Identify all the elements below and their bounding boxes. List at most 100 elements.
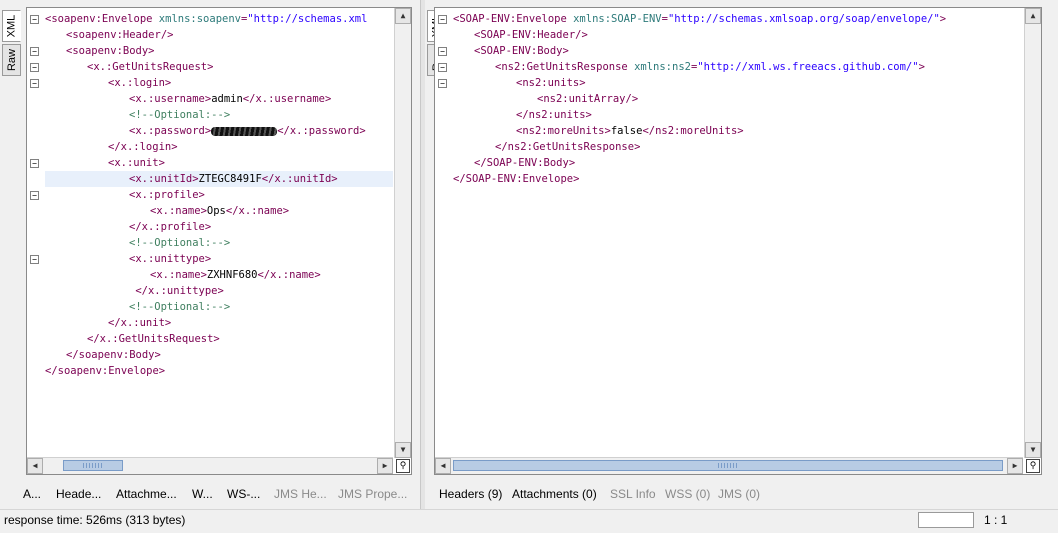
code-line[interactable]: </soapenv:Envelope> bbox=[45, 363, 393, 379]
code-token: <!--Optional:--> bbox=[129, 301, 231, 313]
code-line[interactable]: <!--Optional:--> bbox=[45, 299, 393, 315]
bottom-tab[interactable]: JMS (0) bbox=[718, 487, 760, 501]
code-line[interactable]: </SOAP-ENV:Body> bbox=[453, 155, 1023, 171]
code-line[interactable]: <x.:password> </x.:password> bbox=[45, 123, 393, 139]
code-line[interactable]: </x.:unittype> bbox=[45, 283, 393, 299]
minus-box-icon[interactable]: − bbox=[30, 47, 39, 56]
bottom-tab[interactable]: SSL Info bbox=[610, 487, 656, 501]
code-line[interactable]: <soapenv:Envelope xmlns:soapenv="http://… bbox=[45, 11, 393, 27]
code-token: false bbox=[610, 125, 643, 137]
code-line[interactable]: </SOAP-ENV:Envelope> bbox=[453, 171, 1023, 187]
bottom-tab[interactable]: Attachments (0) bbox=[512, 487, 597, 501]
arrow-right-icon[interactable]: ▶ bbox=[377, 458, 393, 474]
bottom-tab[interactable]: A... bbox=[23, 487, 41, 501]
arrow-down-icon[interactable]: ▼ bbox=[395, 442, 411, 458]
request-tab-raw[interactable]: Raw bbox=[2, 44, 21, 76]
request-horizontal-scrollbar[interactable]: ◀ ▶ bbox=[27, 457, 393, 474]
code-line[interactable]: </x.:GetUnitsRequest> bbox=[45, 331, 393, 347]
code-line[interactable]: <x.:name>ZXHNF680</x.:name> bbox=[45, 267, 393, 283]
code-token: Ops bbox=[206, 205, 226, 217]
code-token: <ns2:unitArray/> bbox=[537, 93, 639, 105]
code-token: <x.:name> bbox=[150, 205, 207, 217]
code-line[interactable]: <ns2:unitArray/> bbox=[453, 91, 1023, 107]
code-line[interactable]: <ns2:units> bbox=[453, 75, 1023, 91]
arrow-up-icon[interactable]: ▲ bbox=[1025, 8, 1041, 24]
code-token: "http://xml.ws.freeacs.github.com/" bbox=[697, 61, 919, 73]
code-line[interactable]: <!--Optional:--> bbox=[45, 235, 393, 251]
code-line[interactable]: <x.:login> bbox=[45, 75, 393, 91]
code-token: > bbox=[918, 61, 925, 73]
arrow-right-icon[interactable]: ▶ bbox=[1007, 458, 1023, 474]
code-line[interactable]: <soapenv:Header/> bbox=[45, 27, 393, 43]
fold-gutter: − − − − bbox=[435, 8, 451, 474]
bottom-tab[interactable]: JMS He... bbox=[274, 487, 327, 501]
code-line[interactable]: <x.:name>Ops</x.:name> bbox=[45, 203, 393, 219]
code-line[interactable]: </ns2:units> bbox=[453, 107, 1023, 123]
minus-box-icon[interactable]: − bbox=[438, 15, 447, 24]
code-token: <soapenv:Header/> bbox=[66, 29, 174, 41]
code-line[interactable]: <!--Optional:--> bbox=[45, 107, 393, 123]
code-line[interactable]: <x.:unit> bbox=[45, 155, 393, 171]
bottom-tab[interactable]: WS-... bbox=[227, 487, 260, 501]
code-token: </x.:unitId> bbox=[261, 173, 338, 185]
code-line[interactable]: </ns2:GetUnitsResponse> bbox=[453, 139, 1023, 155]
response-horizontal-scrollbar[interactable]: ◀ ▶ bbox=[435, 457, 1023, 474]
response-xml-editor[interactable]: − − − − <SOAP-ENV:Envelope xmlns:SOAP-ENV="… bbox=[434, 7, 1042, 475]
code-line[interactable]: <x.:username>admin</x.:username> bbox=[45, 91, 393, 107]
code-line[interactable]: <ns2:GetUnitsResponse xmlns:ns2="http://… bbox=[453, 59, 1023, 75]
code-line[interactable]: <x.:unitId>ZTEGC8491F</x.:unitId> bbox=[45, 171, 393, 187]
bottom-tab[interactable]: WSS (0) bbox=[665, 487, 710, 501]
minus-box-icon[interactable]: − bbox=[30, 191, 39, 200]
code-token: <x.:password> bbox=[129, 125, 212, 137]
code-line[interactable]: <SOAP-ENV:Header/> bbox=[453, 27, 1023, 43]
request-vertical-scrollbar[interactable]: ▲ ▼ bbox=[394, 8, 411, 458]
request-bottom-tabs: A... Heade... Attachme... W... WS-... JMS He.… bbox=[22, 487, 417, 503]
response-bottom-tabs: Headers (9) Attachments (0) SSL Info WSS (0… bbox=[439, 487, 939, 503]
code-line[interactable]: <x.:unittype> bbox=[45, 251, 393, 267]
scroll-thumb[interactable] bbox=[453, 460, 1003, 471]
code-token: </x.:name> bbox=[257, 269, 321, 281]
code-line[interactable]: <SOAP-ENV:Envelope xmlns:SOAP-ENV="http:… bbox=[453, 11, 1023, 27]
minus-box-icon[interactable]: − bbox=[30, 159, 39, 168]
code-token: <x.:unit> bbox=[108, 157, 165, 169]
magnifier-icon[interactable]: ⚲ bbox=[1026, 459, 1040, 473]
arrow-left-icon[interactable]: ◀ bbox=[435, 458, 451, 474]
request-code-area[interactable]: <soapenv:Envelope xmlns:soapenv="http://… bbox=[45, 11, 393, 379]
arrow-up-icon[interactable]: ▲ bbox=[395, 8, 411, 24]
code-line[interactable]: </x.:login> bbox=[45, 139, 393, 155]
minus-box-icon[interactable]: − bbox=[438, 47, 447, 56]
bottom-tab[interactable]: Headers (9) bbox=[439, 487, 502, 501]
bottom-tab[interactable]: Attachme... bbox=[116, 487, 177, 501]
code-line[interactable]: <SOAP-ENV:Body> bbox=[453, 43, 1023, 59]
code-line[interactable]: </x.:profile> bbox=[45, 219, 393, 235]
code-line[interactable]: </x.:unit> bbox=[45, 315, 393, 331]
code-token: <x.:login> bbox=[108, 77, 172, 89]
minus-box-icon[interactable]: − bbox=[30, 79, 39, 88]
minus-box-icon[interactable]: − bbox=[438, 79, 447, 88]
minus-box-icon[interactable]: − bbox=[438, 63, 447, 72]
bottom-tab[interactable]: W... bbox=[192, 487, 213, 501]
code-line[interactable]: <x.:profile> bbox=[45, 187, 393, 203]
request-xml-editor[interactable]: − − − − − − − <soapenv:Envelope xmlns:soapenv=… bbox=[26, 7, 412, 475]
arrow-down-icon[interactable]: ▼ bbox=[1025, 442, 1041, 458]
code-token: </x.:login> bbox=[108, 141, 178, 153]
minus-box-icon[interactable]: − bbox=[30, 15, 39, 24]
code-line[interactable]: </soapenv:Body> bbox=[45, 347, 393, 363]
bottom-tab[interactable]: Heade... bbox=[56, 487, 101, 501]
bottom-tab[interactable]: JMS Prope... bbox=[338, 487, 407, 501]
request-tab-xml[interactable]: XML bbox=[2, 10, 21, 42]
code-token: <soapenv:Envelope bbox=[45, 13, 159, 25]
code-line[interactable]: <soapenv:Body> bbox=[45, 43, 393, 59]
cursor-position: 1 : 1 bbox=[984, 513, 1008, 527]
minus-box-icon[interactable]: − bbox=[30, 255, 39, 264]
scroll-thumb[interactable] bbox=[63, 460, 123, 471]
code-token: </SOAP-ENV:Envelope> bbox=[453, 173, 580, 185]
response-vertical-scrollbar[interactable]: ▲ ▼ bbox=[1024, 8, 1041, 458]
response-code-area[interactable]: <SOAP-ENV:Envelope xmlns:SOAP-ENV="http:… bbox=[453, 11, 1023, 187]
magnifier-icon[interactable]: ⚲ bbox=[396, 459, 410, 473]
code-line[interactable]: <x.:GetUnitsRequest> bbox=[45, 59, 393, 75]
minus-box-icon[interactable]: − bbox=[30, 63, 39, 72]
code-line[interactable]: <ns2:moreUnits>false</ns2:moreUnits> bbox=[453, 123, 1023, 139]
arrow-left-icon[interactable]: ◀ bbox=[27, 458, 43, 474]
code-token: <ns2:units> bbox=[516, 77, 586, 89]
